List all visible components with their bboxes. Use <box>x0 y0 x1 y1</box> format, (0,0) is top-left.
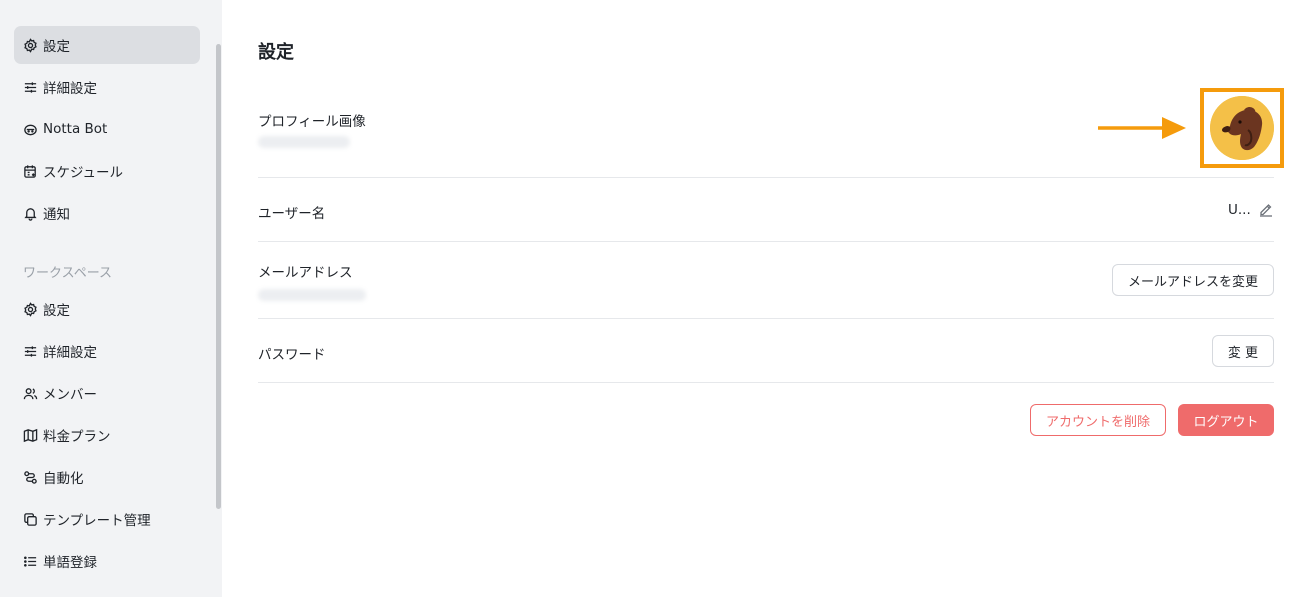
sidebar-item-label: メンバー <box>43 387 97 403</box>
sidebar-item-automation[interactable]: 自動化 <box>14 458 200 496</box>
avatar[interactable] <box>1210 96 1274 160</box>
profile-image-hint-redacted <box>258 136 350 148</box>
email-label: メールアドレス <box>258 265 353 281</box>
password-label: パスワード <box>258 347 326 363</box>
dog-avatar-icon <box>1210 96 1274 160</box>
sidebar: 設定 詳細設定 Notta Bot スケジュール 通知 ワークスペース 設定 詳… <box>0 0 222 597</box>
sidebar-item-label: テンプレート管理 <box>43 513 151 529</box>
sidebar-item-workspace-advanced[interactable]: 詳細設定 <box>14 332 200 370</box>
divider <box>258 177 1274 178</box>
sidebar-item-workspace-settings[interactable]: 設定 <box>14 290 200 328</box>
sidebar-item-advanced-settings[interactable]: 詳細設定 <box>14 68 200 106</box>
automation-icon <box>23 470 38 485</box>
page-title: 設定 <box>258 42 294 63</box>
calendar-icon <box>23 164 38 179</box>
bot-icon <box>23 122 38 137</box>
email-value-redacted <box>258 289 366 301</box>
edit-pencil-icon[interactable] <box>1258 201 1274 217</box>
change-email-button[interactable]: メールアドレスを変更 <box>1112 264 1274 296</box>
sidebar-item-pricing[interactable]: 料金プラン <box>14 416 200 454</box>
sidebar-item-settings[interactable]: 設定 <box>14 26 200 64</box>
arrow-annotation-icon <box>1098 117 1186 139</box>
sidebar-item-label: Notta Bot <box>43 121 108 137</box>
users-icon <box>23 386 38 401</box>
delete-account-button[interactable]: アカウントを削除 <box>1030 404 1166 436</box>
sidebar-item-label: 通知 <box>43 207 70 223</box>
bell-icon <box>23 206 38 221</box>
gear-icon <box>23 301 38 317</box>
sidebar-scrollbar[interactable] <box>216 44 221 509</box>
template-icon <box>23 512 38 527</box>
list-icon <box>23 554 38 569</box>
sidebar-item-label: 料金プラン <box>43 429 111 445</box>
username-value: U... <box>1228 202 1251 218</box>
sidebar-item-label: 詳細設定 <box>43 81 97 97</box>
sidebar-item-label: 設定 <box>43 39 70 55</box>
sidebar-item-label: 自動化 <box>43 471 84 487</box>
sidebar-item-label: 詳細設定 <box>43 345 97 361</box>
gear-icon <box>23 37 38 53</box>
username-label: ユーザー名 <box>258 206 326 222</box>
sidebar-item-schedule[interactable]: スケジュール <box>14 152 200 190</box>
sidebar-item-label: 設定 <box>43 303 70 319</box>
sidebar-item-label: 単語登録 <box>43 555 97 571</box>
divider <box>258 318 1274 319</box>
divider <box>258 382 1274 383</box>
sidebar-item-members[interactable]: メンバー <box>14 374 200 412</box>
sidebar-item-vocabulary[interactable]: 単語登録 <box>14 542 200 580</box>
change-password-button[interactable]: 変 更 <box>1212 335 1274 367</box>
logout-button[interactable]: ログアウト <box>1178 404 1274 436</box>
map-icon <box>23 428 38 443</box>
sidebar-item-template-management[interactable]: テンプレート管理 <box>14 500 200 538</box>
profile-image-label: プロフィール画像 <box>258 114 366 130</box>
sidebar-item-label: スケジュール <box>43 165 124 181</box>
sliders-icon <box>23 344 38 359</box>
sliders-icon <box>23 80 38 95</box>
divider <box>258 241 1274 242</box>
workspace-section-label: ワークスペース <box>23 266 113 281</box>
sidebar-item-notifications[interactable]: 通知 <box>14 194 200 232</box>
sidebar-item-notta-bot[interactable]: Notta Bot <box>14 110 200 148</box>
